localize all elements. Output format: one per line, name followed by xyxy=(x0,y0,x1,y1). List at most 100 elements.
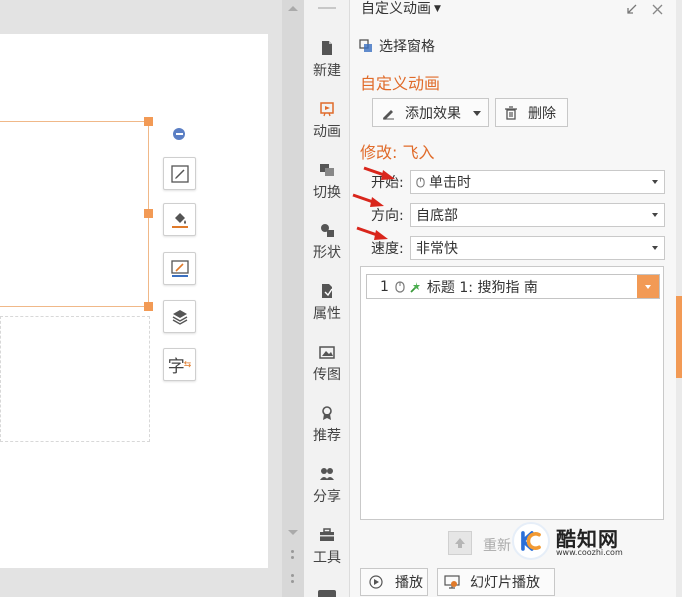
sidebar-item-transition[interactable]: 切换 xyxy=(304,162,350,222)
placeholder-lower[interactable] xyxy=(0,316,150,442)
sidebar-item-animation[interactable]: 动画 xyxy=(304,101,350,161)
toolbox-icon xyxy=(320,528,334,541)
speed-select[interactable]: 非常快 xyxy=(410,236,665,260)
play-button[interactable]: 播放 xyxy=(360,568,428,596)
watermark-logo-icon xyxy=(512,522,550,560)
reorder-label: 重新 xyxy=(483,538,511,554)
animation-icon xyxy=(320,102,334,117)
resize-handle-mid-right[interactable] xyxy=(144,209,153,218)
scroll-grip-dot xyxy=(291,556,294,559)
slide-canvas-area: 字 ⇆ xyxy=(0,0,282,597)
watermark-url: www.coozhi.com xyxy=(556,548,623,557)
layers-icon xyxy=(172,309,187,325)
select-pane-icon xyxy=(359,39,372,52)
layers-button[interactable] xyxy=(163,300,196,333)
list-item[interactable]: 1 标题 1: 搜狗指 南 xyxy=(366,274,660,299)
custom-animation-pane: 自定义动画 ▼ 选择窗格 自定义动画 添加效果 删除 修改: 飞入 开始: 单击时… xyxy=(350,0,676,597)
select-pane-link[interactable]: 选择窗格 xyxy=(359,36,435,56)
edit-shape-icon xyxy=(170,164,189,183)
fill-color-button[interactable] xyxy=(163,203,196,236)
annotation-arrow-icon xyxy=(356,226,388,240)
pane-menu-arrow-icon: ▼ xyxy=(434,4,441,14)
outline-color-button[interactable] xyxy=(163,252,196,285)
sidebar-item-label: 传图 xyxy=(313,367,341,383)
sidebar-item-tools[interactable]: 工具 xyxy=(304,527,350,587)
delete-button[interactable]: 删除 xyxy=(495,98,568,127)
direction-value: 自底部 xyxy=(416,208,458,224)
delete-label: 删除 xyxy=(528,105,556,122)
entrance-star-icon xyxy=(410,281,420,293)
close-icon[interactable] xyxy=(651,3,664,16)
dock-pane-icon[interactable] xyxy=(625,3,638,16)
properties-icon xyxy=(322,284,333,298)
sidebar-item-label: 推荐 xyxy=(313,428,341,444)
sidebar-item-properties[interactable]: 属性 xyxy=(304,283,350,343)
section-custom-animation: 自定义动画 xyxy=(360,74,441,93)
add-effect-button[interactable]: 添加效果 xyxy=(372,98,489,127)
scroll-grip-dot xyxy=(291,550,294,553)
sidebar-item-label: 切换 xyxy=(313,185,341,201)
slide[interactable] xyxy=(0,34,268,568)
add-effect-dropdown-icon xyxy=(473,111,481,116)
direction-dropdown-icon xyxy=(652,213,658,217)
sidebar-item-recommend[interactable]: 推荐 xyxy=(304,405,350,465)
slideshow-label: 幻灯片播放 xyxy=(470,575,540,591)
select-pane-label: 选择窗格 xyxy=(379,39,435,55)
selection-bottom-edge xyxy=(0,306,148,307)
animation-list[interactable]: 1 标题 1: 搜狗指 南 xyxy=(360,266,664,520)
scroll-grip-dot xyxy=(291,580,294,583)
resize-handle-top-right[interactable] xyxy=(144,117,153,126)
annotation-arrow-icon xyxy=(352,193,384,207)
collapse-toolbar-icon[interactable] xyxy=(173,128,185,140)
sidebar-top-bar xyxy=(318,7,336,9)
vertical-scrollbar[interactable] xyxy=(282,0,304,597)
mouse-click-icon xyxy=(416,176,425,188)
scroll-down-icon[interactable] xyxy=(288,530,298,535)
scroll-up-icon[interactable] xyxy=(288,6,298,11)
edit-shape-button[interactable] xyxy=(163,157,196,190)
animation-item-dropdown-icon[interactable] xyxy=(637,275,659,298)
sidebar-item-label: 动画 xyxy=(313,124,341,140)
text-style-arrows-icon: ⇆ xyxy=(183,359,192,370)
share-icon xyxy=(320,468,334,480)
task-sidebar: 新建 动画 切换 形状 属性 传图 推荐 分享 工具 xyxy=(304,0,350,597)
start-value: 单击时 xyxy=(429,175,471,191)
speed-dropdown-icon xyxy=(652,246,658,250)
recommend-icon xyxy=(322,406,332,420)
new-file-icon xyxy=(322,41,332,55)
reorder-up-button[interactable] xyxy=(448,531,472,555)
animation-order: 1 xyxy=(380,278,389,295)
sidebar-item-upload-image[interactable]: 传图 xyxy=(304,344,350,404)
play-label: 播放 xyxy=(395,575,423,591)
slideshow-button[interactable]: 幻灯片播放 xyxy=(437,568,555,596)
start-select[interactable]: 单击时 xyxy=(410,170,665,194)
sidebar-item-new[interactable]: 新建 xyxy=(304,40,350,100)
sidebar-item-share[interactable]: 分享 xyxy=(304,466,350,526)
add-effect-label: 添加效果 xyxy=(405,105,461,122)
transition-icon xyxy=(320,164,334,176)
sidebar-item-label: 属性 xyxy=(313,306,341,322)
sidebar-item-label: 新建 xyxy=(313,63,341,79)
mouse-click-icon xyxy=(395,280,405,293)
slideshow-icon xyxy=(444,575,460,589)
direction-select[interactable]: 自底部 xyxy=(410,203,665,227)
resize-handle-bottom-right[interactable] xyxy=(144,302,153,311)
scroll-grip-dot xyxy=(291,574,294,577)
trash-icon xyxy=(505,105,517,120)
outline-pen-icon xyxy=(170,259,189,277)
start-dropdown-icon xyxy=(652,180,658,184)
sidebar-item-shapes[interactable]: 形状 xyxy=(304,222,350,282)
watermark: 酷知网 www.coozhi.com xyxy=(512,520,642,564)
pane-title-text: 自定义动画 xyxy=(361,1,431,17)
text-style-button[interactable]: 字 ⇆ xyxy=(163,348,196,381)
pane-collapse-tab[interactable] xyxy=(676,296,682,378)
annotation-arrow-icon xyxy=(363,166,395,180)
shapes-icon xyxy=(321,224,334,237)
play-icon xyxy=(369,575,383,589)
fill-bucket-icon xyxy=(171,212,188,228)
sidebar-item-label: 分享 xyxy=(313,489,341,505)
sidebar-more-icon[interactable] xyxy=(318,590,336,597)
sidebar-item-label: 形状 xyxy=(313,245,341,261)
pane-title[interactable]: 自定义动画 ▼ xyxy=(361,0,441,18)
upload-image-icon xyxy=(319,346,335,359)
